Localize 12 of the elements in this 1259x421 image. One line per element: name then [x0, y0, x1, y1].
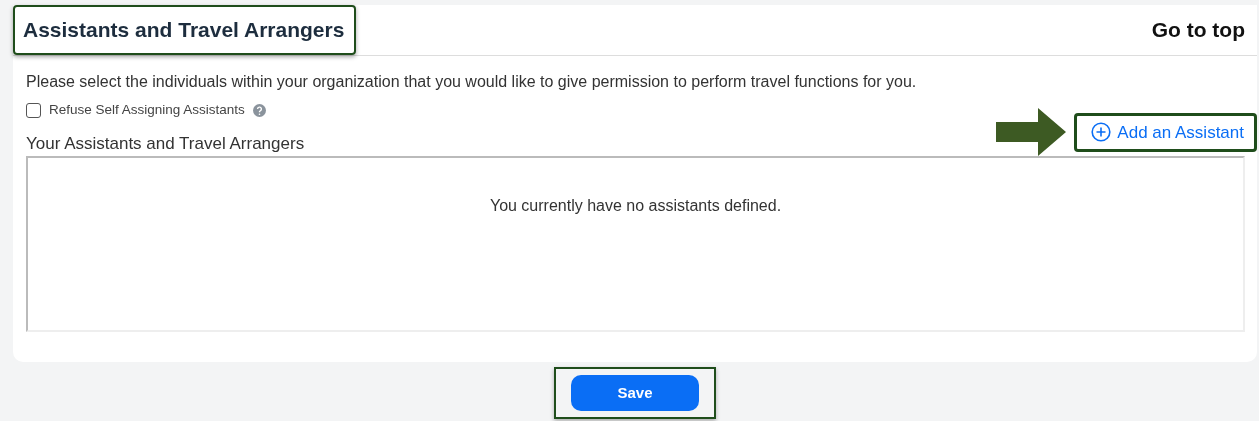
plus-circle-icon: [1091, 122, 1112, 143]
go-to-top-link[interactable]: Go to top: [1151, 14, 1245, 46]
checkbox-label: Refuse Self Assigning Assistants: [49, 101, 245, 119]
description-text: Please select the individuals within your organization that you would like to give permission to perform travel functions for you.: [26, 72, 918, 92]
empty-message: You currently have no assistants defined.: [489, 197, 782, 215]
section-title: Assistants and Travel Arrangers: [22, 17, 346, 44]
checkbox[interactable]: [26, 102, 41, 118]
help-icon[interactable]: [252, 103, 266, 117]
arrow-icon: [996, 108, 1067, 157]
add-assistant-link[interactable]: Add an Assistant: [1074, 112, 1257, 152]
list-heading: Your Assistants and Travel Arrangers: [26, 132, 305, 155]
save-button[interactable]: Save: [571, 375, 699, 411]
